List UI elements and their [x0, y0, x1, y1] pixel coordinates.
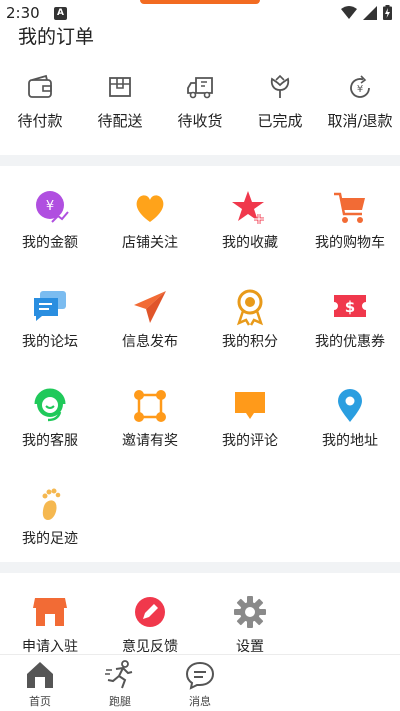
service-label: 设置	[236, 639, 264, 655]
chat-icon	[34, 291, 66, 321]
location-icon	[338, 389, 362, 422]
service-label: 申请入驻	[22, 639, 78, 655]
svg-text:$: $	[345, 298, 355, 316]
section-divider	[0, 155, 400, 166]
cart-icon	[334, 192, 365, 223]
status-icons	[341, 5, 392, 20]
tab-messages[interactable]: 消息	[165, 655, 235, 709]
order-pending-payment[interactable]: 待付款	[0, 72, 80, 131]
order-label: 已完成	[257, 112, 303, 130]
order-completed[interactable]: 已完成	[240, 72, 320, 131]
order-pending-receipt[interactable]: 待收货	[160, 72, 240, 131]
signal-icon	[363, 5, 377, 20]
service-label: 我的地址	[322, 433, 378, 449]
message-icon	[185, 661, 215, 690]
order-label: 取消/退款	[327, 112, 393, 130]
comment-icon	[235, 392, 265, 419]
heart-icon	[136, 195, 164, 222]
status-time: 2:30	[6, 4, 40, 22]
tab-home[interactable]: 首页	[5, 655, 75, 709]
page: 2:30 A 我的订单 待付款 待配送 待收货 已完成 ¥ 取消/退款 ¥ 我的…	[0, 0, 400, 711]
service-my-address[interactable]: 我的地址	[300, 386, 400, 450]
box-icon	[109, 77, 131, 97]
service-label: 信息发布	[122, 334, 178, 350]
tab-label: 消息	[189, 695, 211, 708]
service-label: 我的足迹	[22, 531, 78, 547]
order-label: 待配送	[97, 112, 143, 130]
service-footprint[interactable]: 我的足迹	[0, 484, 100, 548]
service-label: 我的积分	[222, 334, 278, 350]
page-title: 我的订单	[18, 26, 95, 48]
service-post-info[interactable]: 信息发布	[100, 287, 200, 351]
service-label: 意见反馈	[122, 639, 178, 655]
service-feedback[interactable]: 意见反馈	[100, 592, 200, 656]
shop-icon	[33, 598, 67, 626]
service-favorites[interactable]: 我的收藏	[200, 188, 300, 252]
service-label: 我的论坛	[22, 334, 78, 350]
service-label: 我的收藏	[222, 235, 278, 251]
service-followed-shops[interactable]: 店铺关注	[100, 188, 200, 252]
order-pending-delivery[interactable]: 待配送	[80, 72, 160, 131]
service-label: 我的客服	[22, 433, 78, 449]
bottom-tab-bar: 首页 跑腿 消息	[0, 654, 400, 711]
order-label: 待收货	[177, 112, 223, 130]
home-icon	[27, 662, 53, 688]
flower-icon	[270, 74, 290, 98]
svg-text:¥: ¥	[46, 199, 54, 214]
footprint-icon	[42, 488, 61, 520]
star-plus-icon	[232, 191, 264, 224]
service-shopping-cart[interactable]: 我的购物车	[300, 188, 400, 252]
top-accent	[140, 0, 260, 4]
service-apply-settle[interactable]: 申请入驻	[0, 592, 100, 656]
paper-plane-icon	[134, 291, 166, 323]
service-coupons[interactable]: $ 我的优惠券	[300, 287, 400, 351]
medal-icon	[236, 289, 264, 326]
gear-icon	[234, 596, 266, 628]
service-label: 我的优惠券	[315, 334, 385, 350]
svg-text:¥: ¥	[357, 84, 363, 95]
coupon-icon: $	[334, 295, 366, 317]
service-points[interactable]: 我的积分	[200, 287, 300, 351]
nodes-icon	[134, 390, 166, 422]
service-my-comments[interactable]: 我的评论	[200, 386, 300, 450]
truck-icon	[187, 77, 213, 99]
service-label: 我的购物车	[315, 235, 385, 251]
service-label: 店铺关注	[122, 235, 178, 251]
service-invite-rewards[interactable]: 邀请有奖	[100, 386, 200, 450]
pencil-icon	[135, 597, 165, 627]
service-label: 我的金额	[22, 235, 78, 251]
wallet-icon	[28, 74, 52, 98]
refund-icon: ¥	[350, 75, 370, 98]
wifi-icon	[341, 5, 357, 19]
order-status-row: 待付款 待配送 待收货 已完成 ¥ 取消/退款	[0, 72, 400, 138]
tab-errand[interactable]: 跑腿	[85, 655, 155, 709]
service-settings[interactable]: 设置	[200, 592, 300, 656]
tab-label: 跑腿	[109, 695, 131, 708]
order-label: 待付款	[17, 112, 63, 130]
section-divider	[0, 562, 400, 573]
service-my-balance[interactable]: ¥ 我的金额	[0, 188, 100, 252]
service-customer-support[interactable]: 我的客服	[0, 386, 100, 450]
headset-icon	[34, 388, 66, 422]
money-icon: ¥	[36, 191, 69, 223]
order-refund[interactable]: ¥ 取消/退款	[320, 72, 400, 131]
service-label: 邀请有奖	[122, 433, 178, 449]
service-label: 我的评论	[222, 433, 278, 449]
tab-label: 首页	[29, 695, 51, 708]
battery-icon	[383, 5, 392, 20]
notification-icon: A	[54, 7, 67, 20]
service-forum[interactable]: 我的论坛	[0, 287, 100, 351]
runner-icon	[105, 660, 133, 689]
